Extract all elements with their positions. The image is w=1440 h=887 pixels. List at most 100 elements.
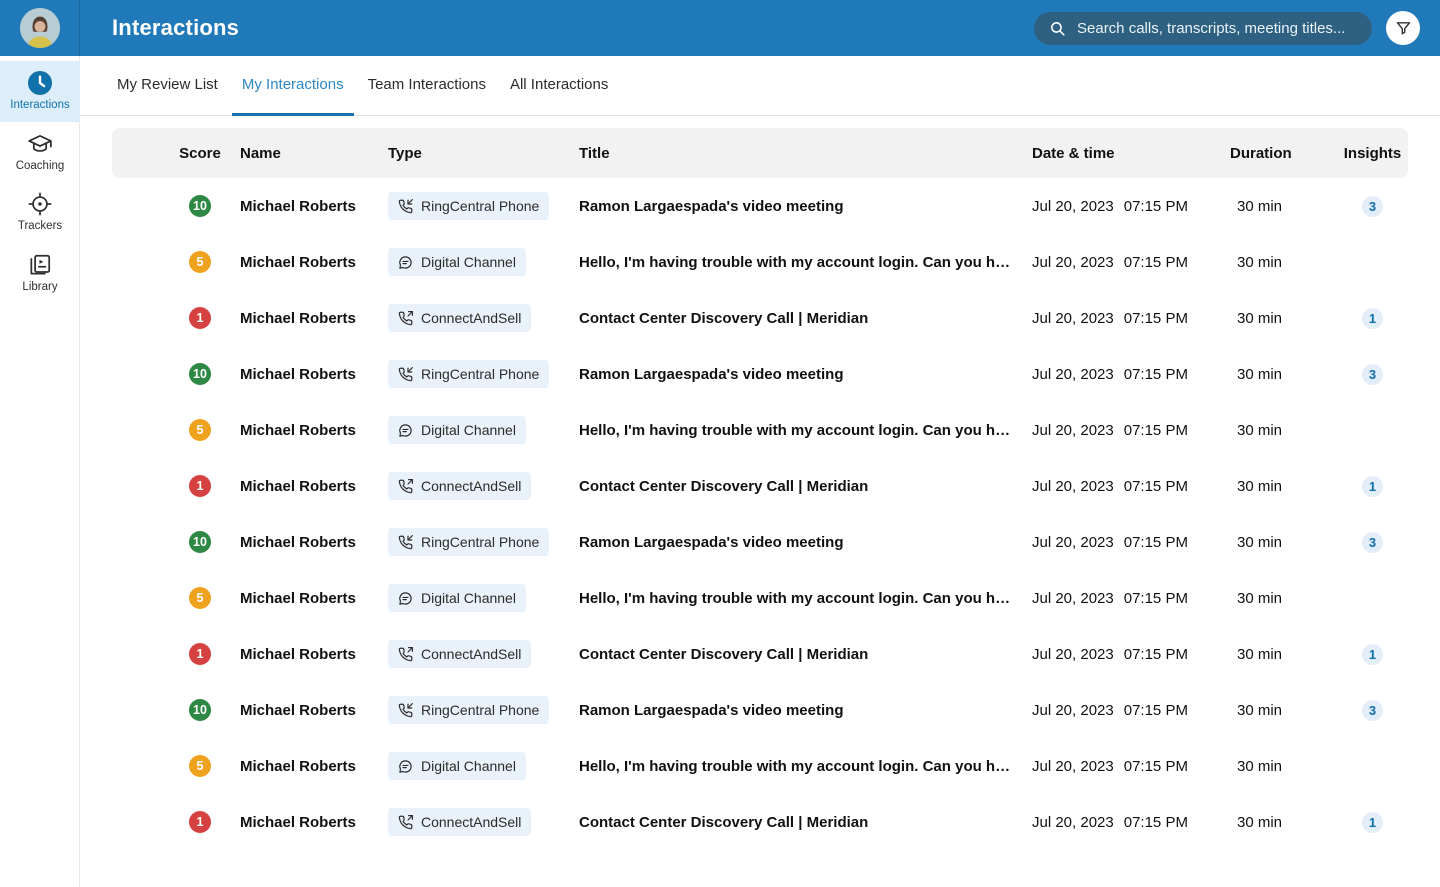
type-chip-label: Digital Channel bbox=[421, 758, 516, 774]
type-chip: Digital Channel bbox=[388, 248, 526, 276]
insights-badge[interactable]: 3 bbox=[1362, 364, 1383, 385]
table-row[interactable]: 10 Michael Roberts RingCentral Phone Ram… bbox=[112, 514, 1408, 570]
table-row[interactable]: 1 Michael Roberts ConnectAndSell Contact… bbox=[112, 626, 1408, 682]
interaction-name: Michael Roberts bbox=[240, 646, 388, 663]
interaction-title: Ramon Largaespada's video meeting bbox=[579, 702, 1032, 719]
type-chip: Digital Channel bbox=[388, 416, 526, 444]
table-row[interactable]: 1 Michael Roberts ConnectAndSell Contact… bbox=[112, 794, 1408, 850]
date-value: Jul 20, 2023 bbox=[1032, 478, 1114, 495]
insights-badge[interactable]: 3 bbox=[1362, 532, 1383, 553]
column-header-insights: Insights bbox=[1344, 145, 1402, 162]
phone-outgoing-icon bbox=[398, 815, 413, 830]
table-row[interactable]: 10 Michael Roberts RingCentral Phone Ram… bbox=[112, 682, 1408, 738]
tab-my-interactions[interactable]: My Interactions bbox=[232, 56, 354, 116]
interaction-title: Contact Center Discovery Call | Meridian bbox=[579, 814, 1032, 831]
tab-all-interactions[interactable]: All Interactions bbox=[500, 56, 618, 116]
insights-badge[interactable]: 3 bbox=[1362, 700, 1383, 721]
table-row[interactable]: 10 Michael Roberts RingCentral Phone Ram… bbox=[112, 346, 1408, 402]
type-chip-label: ConnectAndSell bbox=[421, 646, 521, 662]
date-value: Jul 20, 2023 bbox=[1032, 534, 1114, 551]
interaction-title: Hello, I'm having trouble with my accoun… bbox=[579, 758, 1032, 775]
date-time-cell: Jul 20, 2023 07:15 PM bbox=[1032, 646, 1230, 663]
table-row[interactable]: 5 Michael Roberts Digital Channel Hello,… bbox=[112, 234, 1408, 290]
type-chip: RingCentral Phone bbox=[388, 192, 549, 220]
interaction-name: Michael Roberts bbox=[240, 478, 388, 495]
time-value: 07:15 PM bbox=[1124, 310, 1188, 327]
search-bar[interactable] bbox=[1034, 12, 1372, 45]
sidebar-item-label: Library bbox=[22, 281, 57, 294]
date-value: Jul 20, 2023 bbox=[1032, 366, 1114, 383]
column-header-duration: Duration bbox=[1230, 145, 1337, 162]
duration-value: 30 min bbox=[1230, 254, 1337, 271]
time-value: 07:15 PM bbox=[1124, 646, 1188, 663]
interaction-name: Michael Roberts bbox=[240, 534, 388, 551]
insights-badge[interactable]: 1 bbox=[1362, 308, 1383, 329]
type-chip-label: RingCentral Phone bbox=[421, 702, 539, 718]
date-time-cell: Jul 20, 202307:15 PM bbox=[1032, 254, 1230, 271]
date-value: Jul 20, 2023 bbox=[1032, 702, 1114, 719]
time-value: 07:15 PM bbox=[1124, 702, 1188, 719]
interaction-name: Michael Roberts bbox=[240, 814, 388, 831]
sidebar-item-interactions[interactable]: Interactions bbox=[0, 61, 80, 122]
interaction-name: Michael Roberts bbox=[240, 702, 388, 719]
date-time-cell: Jul 20, 202307:15 PM bbox=[1032, 758, 1230, 775]
graduation-cap-icon bbox=[27, 131, 53, 157]
phone-outgoing-icon bbox=[398, 311, 413, 326]
tab-team-interactions[interactable]: Team Interactions bbox=[358, 56, 496, 116]
table-row[interactable]: 5 Michael Roberts Digital Channel Hello,… bbox=[112, 738, 1408, 794]
date-time-cell: Jul 20, 2023 07:15 PM bbox=[1032, 422, 1230, 439]
table-row[interactable]: 1 Michael Roberts ConnectAndSell Contact… bbox=[112, 290, 1408, 346]
type-chip-label: Digital Channel bbox=[421, 422, 516, 438]
type-chip-label: ConnectAndSell bbox=[421, 814, 521, 830]
interaction-name: Michael Roberts bbox=[240, 758, 388, 775]
table-row[interactable]: 5 Michael Roberts Digital Channel Hello,… bbox=[112, 402, 1408, 458]
filter-button[interactable] bbox=[1386, 11, 1420, 45]
topbar: Interactions bbox=[0, 0, 1440, 56]
date-time-cell: Jul 20, 2023 07:15 PM bbox=[1032, 310, 1230, 327]
table-header-row: Score Name Type Title Date & time Durati… bbox=[112, 128, 1408, 178]
insights-badge[interactable]: 3 bbox=[1362, 196, 1383, 217]
type-chip-label: ConnectAndSell bbox=[421, 478, 521, 494]
score-badge: 1 bbox=[189, 811, 211, 833]
phone-incoming-icon bbox=[398, 367, 413, 382]
score-badge: 10 bbox=[189, 363, 211, 385]
type-chip: Digital Channel bbox=[388, 752, 526, 780]
tab-my-review-list[interactable]: My Review List bbox=[107, 56, 228, 116]
time-value: 07:15 PM bbox=[1124, 198, 1188, 215]
sidebar-item-coaching[interactable]: Coaching bbox=[0, 122, 80, 183]
search-input[interactable] bbox=[1075, 19, 1357, 38]
duration-value: 30 min bbox=[1230, 702, 1337, 719]
chat-bubble-icon bbox=[398, 591, 413, 606]
clock-icon bbox=[27, 70, 53, 96]
interaction-title: Hello, I'm having trouble with my accoun… bbox=[579, 422, 1032, 439]
duration-value: 30 min bbox=[1230, 534, 1337, 551]
avatar[interactable] bbox=[20, 8, 60, 48]
topbar-avatar-area bbox=[0, 0, 80, 56]
score-badge: 10 bbox=[189, 699, 211, 721]
insights-badge[interactable]: 1 bbox=[1362, 644, 1383, 665]
date-value: Jul 20, 2023 bbox=[1032, 310, 1114, 327]
duration-value: 30 min bbox=[1230, 814, 1337, 831]
insights-badge[interactable]: 1 bbox=[1362, 812, 1383, 833]
column-header-title: Title bbox=[579, 145, 1032, 162]
type-chip: RingCentral Phone bbox=[388, 696, 549, 724]
date-value: Jul 20, 2023 bbox=[1032, 646, 1114, 663]
time-value: 07:15 PM bbox=[1124, 422, 1188, 439]
interaction-name: Michael Roberts bbox=[240, 422, 388, 439]
interaction-title: Ramon Largaespada's video meeting bbox=[579, 198, 1032, 215]
column-header-name: Name bbox=[240, 145, 388, 162]
table-row[interactable]: 5 Michael Roberts Digital Channel Hello,… bbox=[112, 570, 1408, 626]
time-value: 07:15 PM bbox=[1124, 254, 1188, 271]
date-value: Jul 20, 2023 bbox=[1032, 422, 1114, 439]
date-value: Jul 20, 2023 bbox=[1032, 590, 1114, 607]
interaction-name: Michael Roberts bbox=[240, 590, 388, 607]
sidebar-item-library[interactable]: Library bbox=[0, 243, 80, 304]
table-row[interactable]: 1 Michael Roberts ConnectAndSell Contact… bbox=[112, 458, 1408, 514]
table-row[interactable]: 10 Michael Roberts RingCentral Phone Ram… bbox=[112, 178, 1408, 234]
type-chip: ConnectAndSell bbox=[388, 472, 531, 500]
insights-badge[interactable]: 1 bbox=[1362, 476, 1383, 497]
library-icon bbox=[27, 252, 53, 278]
column-header-date-time: Date & time bbox=[1032, 145, 1230, 162]
date-time-cell: Jul 20, 202307:15 PM bbox=[1032, 198, 1230, 215]
sidebar-item-trackers[interactable]: Trackers bbox=[0, 182, 80, 243]
